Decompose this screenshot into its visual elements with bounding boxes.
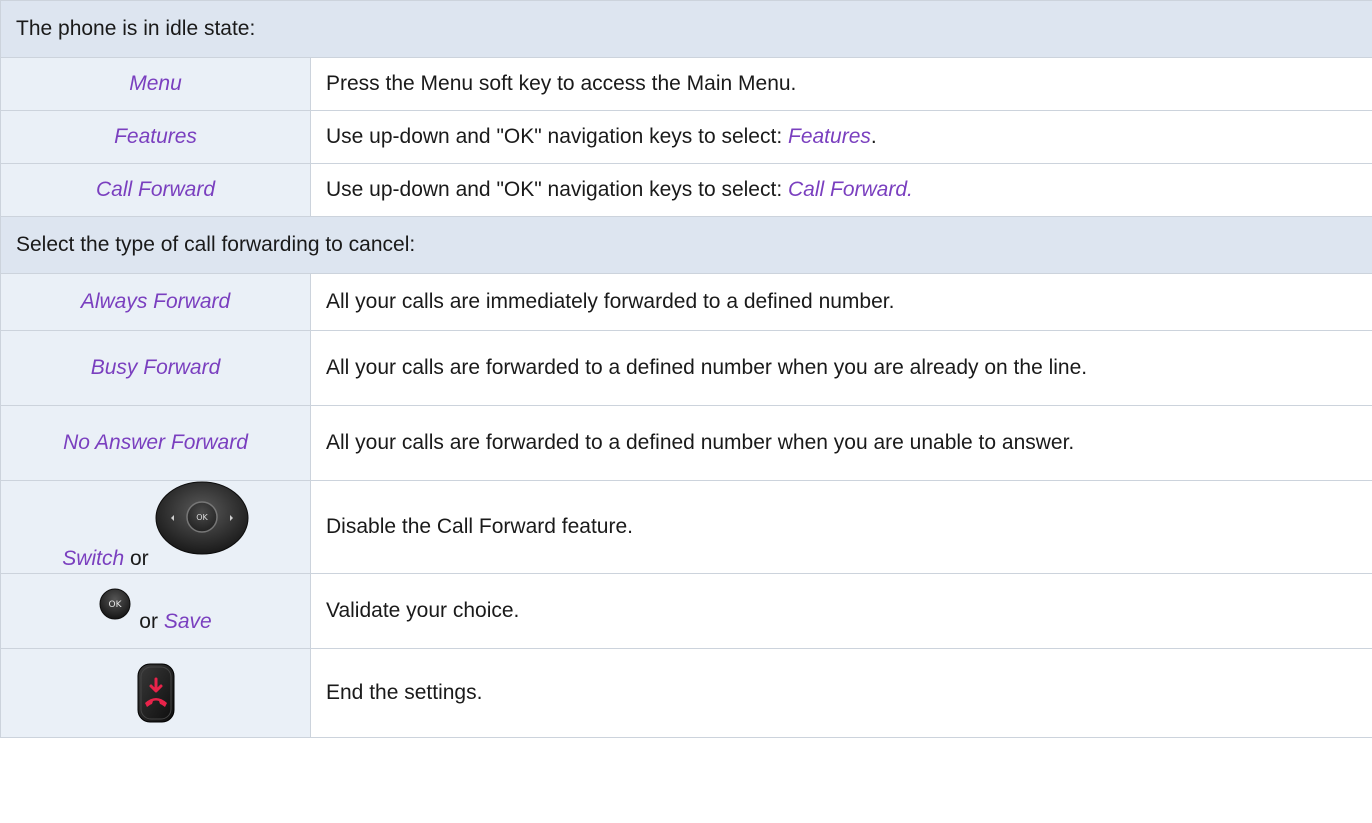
features-desc-prefix: Use up-down and "OK" navigation keys to … xyxy=(326,125,788,148)
features-desc-em: Features xyxy=(788,125,871,148)
busy-forward-description: All your calls are forwarded to a define… xyxy=(309,330,1372,406)
always-forward-description: All your calls are immediately forwarded… xyxy=(309,273,1372,331)
save-key-text-group: or Save xyxy=(139,610,211,634)
features-key-text: Features xyxy=(114,125,197,148)
features-desc-suffix: . xyxy=(870,125,877,148)
save-key-label: OK or Save xyxy=(0,573,311,649)
no-answer-forward-description: All your calls are forwarded to a define… xyxy=(309,405,1372,481)
row-end: End the settings. xyxy=(0,648,1372,738)
switch-key-text: Switch xyxy=(62,547,125,570)
ok-key-text: OK xyxy=(109,600,123,610)
call-forward-desc-em: Call Forward. xyxy=(788,178,913,201)
row-call-forward: Call Forward Use up-down and "OK" naviga… xyxy=(0,163,1372,217)
menu-description: Press the Menu soft key to access the Ma… xyxy=(309,57,1372,111)
row-features: Features Use up-down and "OK" navigation… xyxy=(0,110,1372,164)
menu-softkey-label: Menu xyxy=(0,57,311,111)
section-idle-label: The phone is in idle state: xyxy=(0,0,1372,58)
call-forward-description: Use up-down and "OK" navigation keys to … xyxy=(309,163,1372,217)
hangup-key-icon xyxy=(137,663,175,723)
save-key-text: Save xyxy=(163,610,212,633)
switch-or-text: or xyxy=(130,547,149,570)
always-forward-key-text: Always Forward xyxy=(80,290,231,313)
ok-key-icon: OK xyxy=(99,588,131,620)
row-busy-forward: Busy Forward All your calls are forwarde… xyxy=(0,330,1372,406)
no-answer-forward-key-text: No Answer Forward xyxy=(63,431,248,454)
busy-forward-key-text: Busy Forward xyxy=(90,356,221,379)
row-no-answer-forward: No Answer Forward All your calls are for… xyxy=(0,405,1372,481)
save-description: Validate your choice. xyxy=(309,573,1372,649)
save-key-group: OK or Save xyxy=(99,588,212,634)
features-key-label: Features xyxy=(0,110,311,164)
section-select-type-label: Select the type of call forwarding to ca… xyxy=(0,216,1372,274)
menu-key-text: Menu xyxy=(129,72,182,95)
save-or-text: or xyxy=(139,610,158,633)
busy-forward-key-label: Busy Forward xyxy=(0,330,311,406)
row-always-forward: Always Forward All your calls are immedi… xyxy=(0,273,1372,331)
section-select-type: Select the type of call forwarding to ca… xyxy=(0,216,1372,274)
no-answer-forward-key-label: No Answer Forward xyxy=(0,405,311,481)
section-idle: The phone is in idle state: xyxy=(0,0,1372,58)
call-forward-desc-prefix: Use up-down and "OK" navigation keys to … xyxy=(326,178,788,201)
switch-key-label: Switch or OK xyxy=(0,480,311,574)
end-key-group xyxy=(9,663,302,723)
call-forward-key-text: Call Forward xyxy=(95,178,216,201)
switch-key-text-group: Switch or xyxy=(62,547,148,573)
row-menu: Menu Press the Menu soft key to access t… xyxy=(0,57,1372,111)
features-description: Use up-down and "OK" navigation keys to … xyxy=(309,110,1372,164)
switch-description: Disable the Call Forward feature. xyxy=(309,480,1372,574)
end-description: End the settings. xyxy=(309,648,1372,738)
row-save: OK or Save Validate your choice. xyxy=(0,573,1372,649)
switch-key-group: Switch or OK xyxy=(62,481,249,573)
always-forward-key-label: Always Forward xyxy=(0,273,311,331)
navigator-ok-icon: OK xyxy=(155,481,249,555)
navigator-ok-text: OK xyxy=(196,513,208,522)
call-forward-key-label: Call Forward xyxy=(0,163,311,217)
procedure-table: The phone is in idle state: Menu Press t… xyxy=(0,0,1372,738)
row-switch: Switch or OK Disable the Call Forward fe… xyxy=(0,480,1372,574)
end-key-label xyxy=(0,648,311,738)
